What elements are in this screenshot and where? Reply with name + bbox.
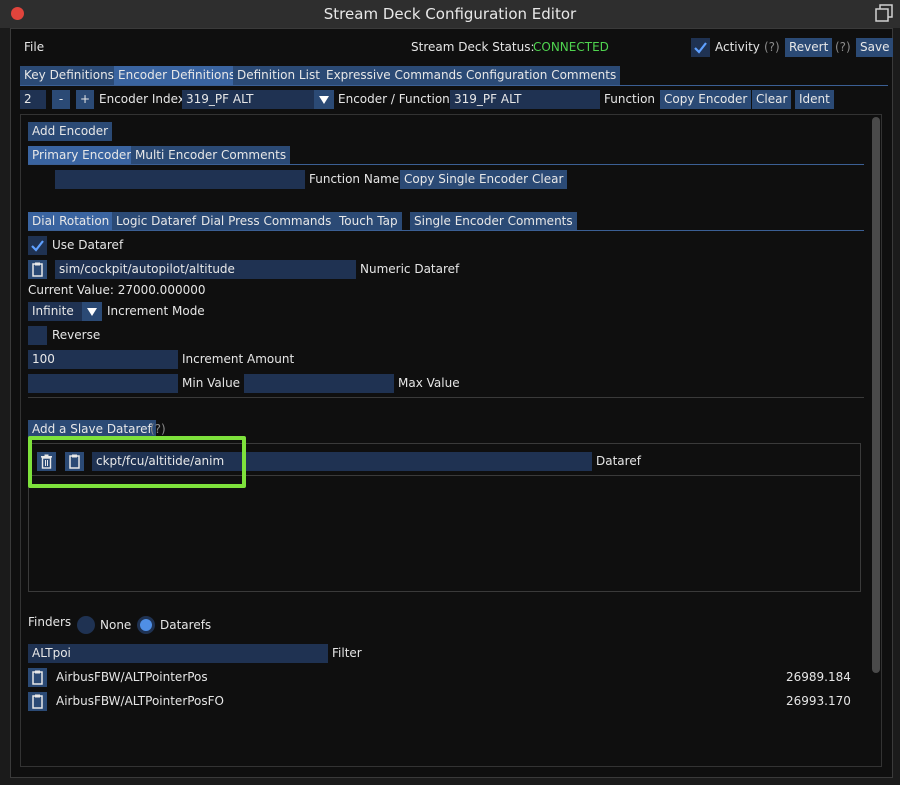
tab-underline [28,164,864,165]
check-icon [694,42,707,54]
increment-mode-select[interactable]: Infinite [28,302,82,321]
finder-none-label: None [100,618,132,632]
highlight-box [28,436,246,488]
ident-button[interactable]: Ident [795,90,834,109]
chevron-down-icon[interactable] [314,90,334,109]
file-menu[interactable]: File [24,38,44,57]
reverse-checkbox[interactable] [28,326,47,345]
maximize-icon[interactable] [875,4,893,22]
reverse-label: Reverse [52,328,101,342]
increment-mode-label: Increment Mode [107,304,205,318]
min-value-label: Min Value [182,376,241,390]
encoder-index-label: Encoder Index [99,92,185,106]
add-encoder-button[interactable]: Add Encoder [28,122,113,141]
finders-label: Finders [28,615,72,629]
tab-touch-tap[interactable]: Touch Tap [335,212,402,231]
tab-underline [20,85,888,86]
numeric-dataref-input[interactable]: sim/cockpit/autopilot/altitude [55,260,356,279]
chevron-down-icon[interactable] [82,302,102,321]
save-button[interactable]: Save [856,38,894,57]
tab-dial-rotation[interactable]: Dial Rotation [28,212,114,231]
function-label: Function [604,92,656,106]
help-marker[interactable]: (?) [764,38,780,57]
clipboard-icon[interactable] [28,260,47,279]
finder-datarefs-label: Datarefs [160,618,212,632]
tab-underline [28,230,864,231]
clipboard-icon[interactable] [28,668,47,687]
tab-definition-list[interactable]: Definition List [233,66,324,85]
clear-button[interactable]: Clear [752,90,792,109]
copy-encoder-button[interactable]: Copy Encoder [660,90,752,109]
filter-label: Filter [332,646,362,660]
scrollbar-thumb[interactable] [872,117,880,673]
encoder-function-input[interactable]: 319_PF ALT [450,90,600,109]
max-value-input[interactable] [244,374,394,393]
copy-single-encoder-button[interactable]: Copy Single Encoder [400,170,533,189]
status-badge: CONNECTED [533,40,609,54]
function-name-input[interactable] [55,170,305,189]
use-dataref-checkbox[interactable] [28,236,47,255]
tab-primary-encoder[interactable]: Primary Encoder [28,146,136,165]
filter-input[interactable]: ALTpoi [28,644,328,663]
window-title: Stream Deck Configuration Editor [323,5,577,23]
divider [28,397,864,398]
tab-configuration-comments[interactable]: Configuration Comments [462,66,621,85]
tab-key-definitions[interactable]: Key Definitions [20,66,118,85]
max-value-label: Max Value [398,376,460,390]
finder-result-value: 26993.170 [786,694,851,708]
encoder-function-label: Encoder / Function [338,92,450,106]
encoder-index-select[interactable]: 319_PF ALT [182,90,314,109]
min-value-input[interactable] [28,374,178,393]
function-name-label: Function Name [309,172,400,186]
current-value-text: Current Value: 27000.000000 [28,283,206,297]
finder-none-radio[interactable] [77,616,95,634]
activity-label: Activity [715,40,760,54]
clipboard-icon[interactable] [28,692,47,711]
tab-expressive-commands[interactable]: Expressive Commands [322,66,467,85]
clear-function-button[interactable]: Clear [528,170,568,189]
help-marker[interactable]: (?) [835,38,851,57]
activity-checkbox[interactable] [691,38,710,57]
check-icon [31,240,44,252]
finder-result-name[interactable]: AirbusFBW/ALTPointerPosFO [56,692,224,711]
finder-result-value: 26989.184 [786,670,851,684]
tab-multi-encoder-comments[interactable]: Multi Encoder Comments [131,146,291,165]
tab-encoder-definitions[interactable]: Encoder Definitions [114,66,240,85]
increment-amount-input[interactable]: 100 [28,350,178,369]
tab-dial-press-commands[interactable]: Dial Press Commands [197,212,336,231]
tab-logic-dataref[interactable]: Logic Dataref [112,212,201,231]
increment-button[interactable]: + [76,90,94,109]
decrement-button[interactable]: - [52,90,70,109]
finder-result-name[interactable]: AirbusFBW/ALTPointerPos [56,668,208,687]
revert-button[interactable]: Revert [785,38,833,57]
status-label: Stream Deck Status: [411,40,535,54]
slave-dataref-label: Dataref [596,454,641,468]
use-dataref-label: Use Dataref [52,238,124,252]
encoder-count-field[interactable]: 2 [20,90,46,109]
increment-amount-label: Increment Amount [182,352,295,366]
numeric-dataref-label: Numeric Dataref [360,262,460,276]
tab-single-encoder-comments[interactable]: Single Encoder Comments [410,212,577,231]
finder-datarefs-radio[interactable] [137,616,155,634]
